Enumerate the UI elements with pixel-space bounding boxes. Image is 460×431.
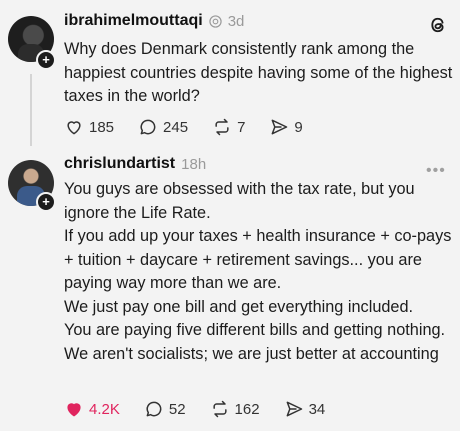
post1-text: Why does Denmark consistently rank among…: [64, 40, 453, 105]
repost-count: 162: [234, 400, 260, 418]
share-icon: [286, 401, 302, 417]
repost-count: 7: [237, 118, 246, 136]
post2-paragraph: You guys are obsessed with the tax rate,…: [64, 180, 415, 222]
post1-header: ibrahimelmouttaqi 3d: [64, 12, 244, 30]
share-count: 9: [294, 118, 303, 136]
post2-time: 18h: [181, 155, 207, 173]
verified-icon: [209, 14, 222, 28]
post2-actions: 4.2K 52 162 34: [64, 399, 349, 419]
comment-icon: [146, 401, 162, 417]
like-button[interactable]: 185: [64, 117, 114, 137]
heart-icon: [67, 121, 81, 135]
heart-icon: [67, 403, 81, 417]
like-count: 4.2K: [89, 400, 120, 418]
comment-count: 245: [163, 118, 189, 136]
post2-header: chrislundartist 18h: [64, 155, 206, 173]
repost-button[interactable]: 7: [212, 117, 245, 137]
comment-icon: [140, 119, 156, 135]
repost-button[interactable]: 162: [210, 399, 260, 419]
repost-icon: [215, 118, 229, 136]
post1-actions: 185 245 7 9: [64, 117, 327, 137]
post1-username[interactable]: ibrahimelmouttaqi: [64, 12, 203, 30]
like-button[interactable]: 4.2K: [64, 399, 120, 419]
comment-button[interactable]: 245: [138, 117, 188, 137]
comment-button[interactable]: 52: [144, 399, 186, 419]
follow-plus-icon[interactable]: +: [36, 192, 56, 212]
post2-paragraph: We just pay one bill and get everything …: [64, 297, 414, 316]
share-button[interactable]: 9: [269, 117, 303, 137]
post2-username[interactable]: chrislundartist: [64, 155, 175, 173]
threads-logo-icon[interactable]: [427, 14, 449, 36]
comment-count: 52: [168, 400, 186, 418]
post2-text: You guys are obsessed with the tax rate,…: [64, 178, 454, 366]
post2-paragraph: You are paying five different bills and …: [64, 321, 446, 339]
share-icon: [271, 119, 288, 135]
post2-paragraph: If you add up your taxes + health insura…: [64, 227, 452, 292]
repost-icon: [212, 400, 227, 418]
share-count: 34: [308, 400, 326, 418]
share-button[interactable]: 34: [284, 399, 326, 419]
post1-time: 3d: [227, 12, 245, 30]
post2-paragraph: We aren't socialists; we are just better…: [64, 344, 439, 363]
like-count: 185: [89, 118, 115, 136]
thread-line: [30, 74, 32, 146]
follow-plus-icon[interactable]: +: [36, 50, 56, 70]
